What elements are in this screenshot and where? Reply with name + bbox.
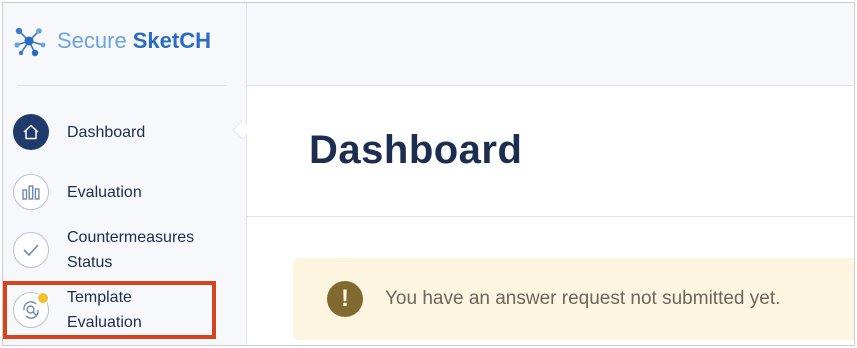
brand-name-part1: Secure — [57, 28, 127, 53]
network-logo-icon — [14, 27, 46, 57]
sidebar-item-evaluation[interactable]: Evaluation — [13, 174, 142, 210]
top-bar — [247, 3, 854, 86]
sidebar-item-label: Countermeasures Status — [67, 229, 195, 271]
brand-name: Secure SketCH — [57, 28, 211, 54]
page-header: Dashboard — [247, 86, 854, 217]
sidebar-item-countermeasures-status[interactable]: Countermeasures Status — [13, 225, 217, 275]
exclamation-icon: ! — [327, 281, 363, 317]
brand-name-part2: SketCH — [132, 28, 211, 53]
alert-banner[interactable]: ! You have an answer request not submitt… — [293, 258, 854, 340]
home-icon — [13, 114, 49, 150]
page-title: Dashboard — [309, 128, 523, 172]
app-window: Secure SketCH Dashboard Evaluation Counte… — [2, 2, 855, 346]
bar-chart-icon — [13, 174, 49, 210]
sidebar-item-dashboard[interactable]: Dashboard — [13, 114, 145, 150]
sidebar-item-label: Evaluation — [67, 183, 142, 201]
highlight-box — [3, 281, 216, 339]
sidebar-divider — [17, 85, 227, 86]
check-icon — [13, 232, 49, 268]
sidebar-item-label: Dashboard — [67, 123, 146, 141]
alert-message: You have an answer request not submitted… — [385, 288, 781, 309]
brand-logo-area[interactable]: Secure SketCH — [11, 21, 211, 61]
main-content: Dashboard ! You have an answer request n… — [247, 3, 854, 345]
